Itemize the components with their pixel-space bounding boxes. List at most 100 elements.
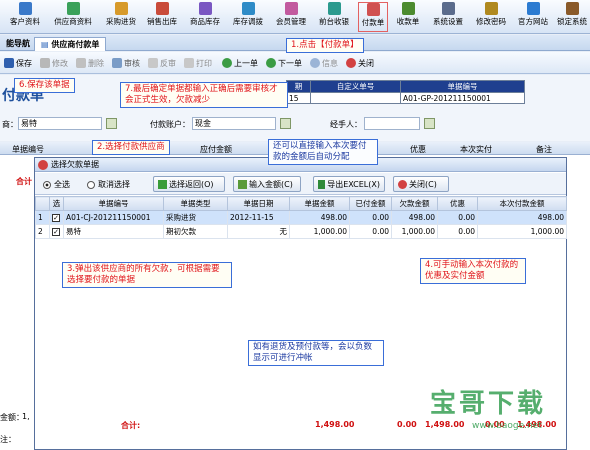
prev-bill-button[interactable]: 上一单 — [222, 56, 258, 70]
lock-icon — [565, 2, 579, 15]
input-amount-button[interactable]: 输入金额(C) — [233, 176, 301, 192]
col-bill-date: 单据日期 — [227, 196, 290, 211]
total-label: 合计: — [121, 421, 141, 430]
save-button[interactable]: 保存 — [4, 56, 32, 70]
period-header: 期 — [286, 80, 311, 93]
handler-label: 经手人： — [330, 120, 362, 129]
row-checkbox[interactable]: ✓ — [52, 228, 60, 236]
col-actual-paid: 本次实付 — [460, 145, 492, 154]
callout-step1: 1.点击【付款单】 — [286, 38, 364, 53]
account-label: 付款账户： — [150, 120, 190, 129]
member-icon — [284, 2, 298, 15]
menu-item-members[interactable]: 会员管理 — [272, 2, 310, 32]
menu-item-customers[interactable]: 客户资料 — [8, 2, 42, 32]
app-icon — [38, 160, 48, 170]
account-field[interactable]: 现金 — [192, 117, 276, 130]
export-excel-button[interactable]: 导出EXCEL(X) — [313, 176, 385, 192]
col-pay-amount: 本次付款金额 — [477, 196, 567, 211]
bill-form: 付款单 期 自定义单号 单据编号 15 A01-GP-201211150001 … — [0, 75, 590, 141]
footer-amount-label: 金额： — [0, 413, 24, 422]
total-paid: 0.00 — [397, 420, 417, 429]
dialog-close-button[interactable]: 关闭(C) — [393, 176, 449, 192]
callout-negative-note: 如有退货及预付款等，会以负数显示可进行冲帐 — [248, 340, 384, 366]
delete-icon — [76, 58, 86, 68]
menu-item-transfer[interactable]: 库存调拨 — [229, 2, 267, 32]
table-row[interactable]: 2 ✓ 易特 期初欠款 无 1,000.00 0.00 1,000.00 0.0… — [35, 224, 567, 239]
close-icon — [398, 179, 407, 189]
menu-item-website[interactable]: 官方网站 — [514, 2, 552, 32]
radio-unchecked-icon — [87, 180, 95, 189]
callout-step2: 2.选择付款供应商 — [92, 140, 170, 155]
receipt-icon — [401, 2, 415, 15]
date-field[interactable]: 15 — [286, 92, 311, 104]
col-bill-no: 单据编号 — [12, 145, 44, 154]
menu-item-inventory[interactable]: 商品库存 — [186, 2, 224, 32]
menu-item-payment[interactable]: 付款单 — [358, 2, 388, 32]
watermark-url: www.baoge.net — [472, 421, 542, 431]
select-all-radio[interactable]: 全选 — [43, 179, 70, 190]
save-icon — [4, 58, 14, 68]
next-bill-button[interactable]: 下一单 — [266, 56, 302, 70]
menu-item-cashier[interactable]: 前台收银 — [315, 2, 353, 32]
menu-item-password[interactable]: 修改密码 — [472, 2, 510, 32]
supplier-icon — [66, 2, 80, 15]
tab-nav[interactable]: 能导航 — [0, 37, 36, 51]
radio-checked-icon — [43, 180, 51, 189]
edit-button[interactable]: 修改 — [40, 56, 68, 70]
col-discount: 优惠 — [410, 145, 426, 154]
cashier-icon — [327, 2, 341, 15]
unaudit-button[interactable]: 反审 — [148, 56, 176, 70]
tab-supplier-payment[interactable]: ▤ 供应商付款单 — [34, 37, 107, 51]
col-owed-amount: 欠款金额 — [391, 196, 438, 211]
dialog-toolbar: 全选 取消选择 选择返回(O) 输入金额(C) 导出EXCEL(X) 关闭(C) — [35, 173, 566, 195]
callout-auto-allocate: 还可以直接输入本次要付款的金额后自动分配 — [268, 139, 378, 165]
account-picker-icon[interactable] — [280, 118, 291, 129]
info-icon — [310, 58, 320, 68]
callout-step4: 4.可手动输入本次付款的优惠及实付金额 — [420, 258, 526, 284]
col-payable: 应付金额 — [200, 145, 232, 154]
sales-icon — [155, 2, 169, 15]
print-button[interactable]: 打印 — [184, 56, 212, 70]
bill-header-table: 期 自定义单号 单据编号 15 A01-GP-201211150001 — [286, 80, 525, 104]
deselect-all-radio[interactable]: 取消选择 — [87, 179, 130, 190]
edit-icon — [40, 58, 50, 68]
footer-amount-value: 1, — [22, 412, 30, 421]
money-icon — [238, 179, 247, 189]
callout-step6: 6.保存该单据 — [14, 78, 75, 93]
row-checkbox[interactable]: ✓ — [52, 214, 60, 222]
custom-no-field[interactable] — [310, 92, 401, 104]
col-discount: 优惠 — [437, 196, 478, 211]
menu-item-receipt[interactable]: 收款单 — [393, 2, 423, 32]
info-button[interactable]: 信息 — [310, 56, 338, 70]
globe-icon — [526, 2, 540, 15]
supplier-picker-icon[interactable] — [106, 118, 117, 129]
menu-item-suppliers[interactable]: 供应商资料 — [50, 2, 96, 32]
check-icon — [158, 179, 167, 189]
arrow-left-icon — [222, 58, 232, 68]
people-icon — [18, 2, 32, 15]
menu-item-lock[interactable]: 锁定系统 — [555, 2, 589, 32]
total-amount: 1,498.00 — [315, 420, 355, 429]
table-row[interactable]: 1 ✓ A01-CJ-201211150001 采购进货 2012-11-15 … — [35, 210, 567, 225]
delete-button[interactable]: 删除 — [76, 56, 104, 70]
settings-icon — [441, 2, 455, 15]
handler-field[interactable] — [364, 117, 420, 130]
payment-icon — [366, 3, 380, 16]
select-back-button[interactable]: 选择返回(O) — [153, 176, 225, 192]
audit-icon — [112, 58, 122, 68]
supplier-field[interactable]: 易特 — [18, 117, 102, 130]
col-remark: 备注 — [536, 145, 552, 154]
menu-item-sales[interactable]: 销售出库 — [143, 2, 181, 32]
col-select: 选 — [49, 196, 64, 211]
callout-step3: 3.弹出该供应商的所有欠款，可根据需要选择要付款的单据 — [62, 262, 232, 288]
supplier-label: 商： — [2, 120, 18, 129]
arrow-right-icon — [266, 58, 276, 68]
watermark-brand: 宝哥下载 — [430, 389, 547, 419]
audit-button[interactable]: 审核 — [112, 56, 140, 70]
close-button[interactable]: 关闭 — [346, 56, 374, 70]
menu-item-purchase[interactable]: 采购进货 — [102, 2, 140, 32]
handler-picker-icon[interactable] — [424, 118, 435, 129]
col-bill-amount: 单据金额 — [289, 196, 350, 211]
transfer-icon — [241, 2, 255, 15]
menu-item-settings[interactable]: 系统设置 — [429, 2, 467, 32]
